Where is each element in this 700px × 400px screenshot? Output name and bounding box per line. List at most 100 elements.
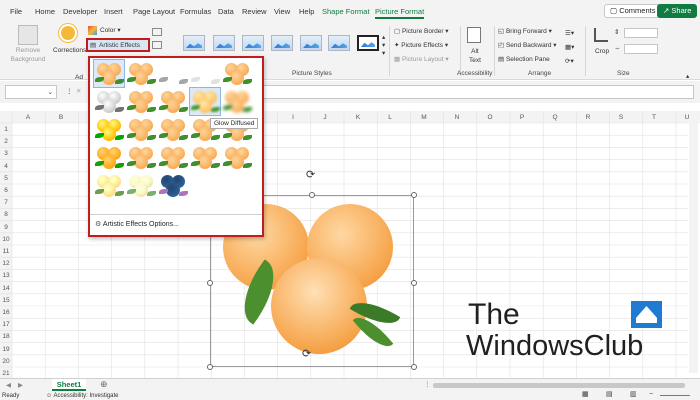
- color-button[interactable]: Color ▾: [100, 26, 121, 35]
- selection-pane-button[interactable]: ▤ Selection Pane: [498, 55, 550, 64]
- picture-styles-scroll[interactable]: ▴ ▾ ▾: [382, 34, 385, 58]
- artistic-effect-thumb[interactable]: [222, 144, 252, 171]
- row-header-6[interactable]: 6: [0, 187, 12, 194]
- column-header-n[interactable]: N: [447, 113, 467, 123]
- picture-style-thumb-5[interactable]: [300, 35, 322, 51]
- row-header-7[interactable]: 7: [0, 199, 12, 206]
- row-header-12[interactable]: 12: [0, 260, 12, 267]
- resize-handle[interactable]: [411, 280, 417, 286]
- share-button[interactable]: ↗ Share: [657, 4, 698, 18]
- column-header-b[interactable]: B: [51, 113, 71, 123]
- tab-view[interactable]: View: [274, 5, 290, 19]
- row-header-11[interactable]: 11: [0, 248, 12, 255]
- column-header-s[interactable]: S: [611, 113, 631, 123]
- page-break-view-icon[interactable]: ▥: [630, 391, 637, 399]
- picture-style-thumb-2[interactable]: [213, 35, 235, 51]
- horizontal-scrollbar[interactable]: [433, 383, 685, 388]
- artistic-effect-thumb[interactable]: [126, 60, 156, 87]
- column-header-o[interactable]: O: [480, 113, 500, 123]
- artistic-effect-thumb[interactable]: [158, 144, 188, 171]
- artistic-effect-thumb[interactable]: [158, 116, 188, 143]
- artistic-effect-thumb[interactable]: [94, 116, 124, 143]
- row-header-1[interactable]: 1: [0, 126, 12, 133]
- bring-forward-button[interactable]: ◱ Bring Forward ▾: [498, 27, 552, 36]
- add-sheet-icon[interactable]: ⊕: [100, 380, 108, 389]
- comments-button[interactable]: ▢ Comments: [604, 4, 662, 18]
- tab-review[interactable]: Review: [242, 5, 267, 19]
- tab-help[interactable]: Help: [299, 5, 314, 19]
- artistic-effect-thumb[interactable]: [158, 60, 188, 87]
- column-header-k[interactable]: K: [348, 113, 368, 123]
- tab-data[interactable]: Data: [218, 5, 234, 19]
- row-header-9[interactable]: 9: [0, 224, 12, 231]
- tab-formulas[interactable]: Formulas: [180, 5, 211, 19]
- resize-handle[interactable]: [411, 192, 417, 198]
- width-input[interactable]: [624, 44, 658, 54]
- row-header-5[interactable]: 5: [0, 175, 12, 182]
- zoom-slider[interactable]: [660, 395, 690, 396]
- column-header-m[interactable]: M: [414, 113, 434, 123]
- artistic-effect-thumb[interactable]: [190, 144, 220, 171]
- send-backward-button[interactable]: ◰ Send Backward ▾: [498, 41, 557, 50]
- row-header-10[interactable]: 10: [0, 236, 12, 243]
- artistic-effect-thumb[interactable]: [190, 60, 220, 87]
- compress-pictures-icon[interactable]: [152, 28, 162, 36]
- artistic-effect-thumb[interactable]: [222, 88, 252, 115]
- resize-handle[interactable]: [207, 280, 213, 286]
- picture-border-button[interactable]: ▢ Picture Border ▾: [394, 27, 449, 36]
- artistic-effect-thumb[interactable]: [158, 88, 188, 115]
- resize-handle[interactable]: [309, 192, 315, 198]
- row-header-18[interactable]: 18: [0, 333, 12, 340]
- picture-effects-button[interactable]: ✦ Picture Effects ▾: [394, 41, 448, 50]
- artistic-effect-thumb[interactable]: [189, 87, 221, 116]
- artistic-effect-thumb[interactable]: [126, 116, 156, 143]
- page-layout-view-icon[interactable]: ▤: [606, 391, 613, 399]
- artistic-effect-thumb[interactable]: [94, 88, 124, 115]
- row-header-21[interactable]: 21: [0, 370, 12, 377]
- row-header-4[interactable]: 4: [0, 163, 12, 170]
- picture-style-thumb-3[interactable]: [242, 35, 264, 51]
- row-header-15[interactable]: 15: [0, 297, 12, 304]
- row-header-2[interactable]: 2: [0, 138, 12, 145]
- arrange-extra-icons[interactable]: ☰▾ ▦▾ ⟳▾: [565, 27, 574, 69]
- next-sheet-icon[interactable]: ▶: [18, 381, 23, 390]
- column-header-u[interactable]: U: [677, 113, 697, 123]
- row-header-17[interactable]: 17: [0, 321, 12, 328]
- row-header-19[interactable]: 19: [0, 346, 12, 353]
- artistic-effect-thumb[interactable]: [93, 59, 125, 88]
- zoom-out-icon[interactable]: −: [649, 391, 653, 399]
- rotate-handle-icon[interactable]: ⟳: [306, 170, 315, 181]
- row-header-8[interactable]: 8: [0, 211, 12, 218]
- tab-developer[interactable]: Developer: [63, 5, 97, 19]
- artistic-effect-thumb[interactable]: [94, 144, 124, 171]
- column-header-t[interactable]: T: [644, 113, 664, 123]
- artistic-effects-options-item[interactable]: ⚙ Artistic Effects Options...: [95, 220, 179, 228]
- tab-file[interactable]: File: [10, 5, 22, 19]
- resize-handle[interactable]: [411, 364, 417, 370]
- alt-text-button[interactable]: Alt Text: [469, 47, 481, 65]
- column-header-p[interactable]: P: [512, 113, 532, 123]
- column-header-r[interactable]: R: [578, 113, 598, 123]
- artistic-effect-thumb[interactable]: [126, 144, 156, 171]
- column-header-a[interactable]: A: [18, 113, 38, 123]
- sheet-tab-sheet1[interactable]: Sheet1: [52, 379, 86, 391]
- picture-style-thumb-7[interactable]: [357, 35, 379, 51]
- row-header-16[interactable]: 16: [0, 309, 12, 316]
- tab-insert[interactable]: Insert: [104, 5, 123, 19]
- name-box[interactable]: ⌄: [5, 85, 57, 99]
- sheet-options-icon[interactable]: ⋮: [424, 380, 431, 389]
- tab-picture-format[interactable]: Picture Format: [375, 5, 425, 19]
- artistic-effect-thumb[interactable]: [158, 172, 188, 199]
- picture-layout-button[interactable]: ▦ Picture Layout ▾: [394, 55, 449, 64]
- tab-home[interactable]: Home: [35, 5, 55, 19]
- tab-page-layout[interactable]: Page Layout: [133, 5, 175, 19]
- artistic-effects-button[interactable]: ▤ Artistic Effects: [86, 38, 150, 52]
- remove-background-button[interactable]: Remove Background: [10, 46, 46, 64]
- rotate-handle-icon[interactable]: ⟳: [302, 349, 311, 360]
- crop-button[interactable]: Crop: [595, 47, 609, 56]
- artistic-effect-thumb[interactable]: [222, 60, 252, 87]
- picture-style-thumb-4[interactable]: [271, 35, 293, 51]
- picture-style-thumb-1[interactable]: [183, 35, 205, 51]
- change-picture-icon[interactable]: [152, 41, 162, 49]
- picture-style-thumb-6[interactable]: [328, 35, 350, 51]
